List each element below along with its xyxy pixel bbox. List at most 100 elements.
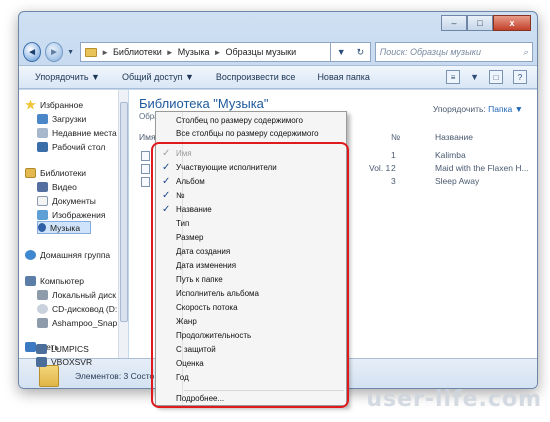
breadcrumb-item[interactable]: Образцы музыки (225, 47, 296, 57)
view-mode-icon[interactable]: ≡ (446, 70, 461, 84)
scrollbar-thumb[interactable] (120, 102, 128, 322)
libraries-icon (25, 167, 36, 178)
menu-fit-all-columns[interactable]: Все столбцы по размеру содержимого (176, 127, 319, 140)
audio-file-icon[interactable] (141, 151, 150, 161)
help-icon[interactable]: ? (513, 70, 527, 84)
view-dropdown-icon[interactable]: ▼ (470, 72, 479, 82)
menu-column-option[interactable]: Тип (176, 217, 189, 230)
nav-documents[interactable]: Документы (37, 194, 96, 207)
audio-file-icon[interactable] (141, 164, 150, 174)
nav-cd-drive[interactable]: CD-дисковод (D: (37, 302, 117, 315)
menu-separator (184, 390, 344, 391)
history-dropdown-icon[interactable]: ▼ (67, 49, 76, 56)
column-header-title[interactable]: Название (435, 132, 473, 142)
computer-icon (25, 275, 36, 286)
nav-computer[interactable]: Компьютер (25, 274, 84, 287)
checkmark-icon: ✓ (162, 204, 171, 215)
play-all-button[interactable]: Воспроизвести все (216, 72, 296, 82)
arrange-dropdown[interactable]: Папка ▼ (488, 104, 523, 114)
video-icon (37, 181, 48, 192)
nav-homegroup[interactable]: Домашняя группа (25, 248, 110, 261)
network-icon (25, 341, 36, 352)
nav-downloads[interactable]: Загрузки (37, 112, 86, 125)
hard-disk-icon (37, 289, 48, 300)
audio-file-icon[interactable] (141, 177, 150, 187)
nav-favorites[interactable]: Избранное (25, 98, 83, 111)
menu-column-option[interactable]: Размер (176, 231, 204, 244)
refresh-icon[interactable]: ↻ (357, 47, 365, 58)
menu-column-option[interactable]: Исполнитель альбома (176, 287, 259, 300)
nav-pc-lumpics[interactable]: LUMPICS (36, 342, 89, 355)
back-button[interactable]: ◄ (23, 42, 42, 62)
track-title[interactable]: Kalimba (435, 150, 466, 160)
nav-desktop[interactable]: Рабочий стол (37, 140, 105, 153)
breadcrumb-item[interactable]: Библиотеки (113, 47, 162, 57)
menu-column-option[interactable]: Оценка (176, 357, 204, 370)
menu-column-option[interactable]: Скорость потока (176, 301, 238, 314)
menu-column-option[interactable]: Участвующие исполнители (176, 161, 277, 174)
breadcrumb-separator[interactable]: ► (214, 48, 222, 57)
address-bar[interactable]: ► Библиотеки ► Музыка ► Образцы музыки (80, 42, 332, 62)
nav-label: Домашняя группа (40, 249, 111, 260)
breadcrumb-separator[interactable]: ► (166, 48, 174, 57)
nav-label: VBOXSVR (51, 356, 93, 367)
network-computer-icon (36, 356, 47, 367)
column-header-number[interactable]: № (391, 132, 400, 142)
search-input[interactable]: Поиск: Образцы музыки ⌕ (374, 42, 533, 62)
menu-column-option[interactable]: Год (176, 371, 189, 384)
menu-more[interactable]: Подробнее... (176, 392, 224, 405)
nav-recent[interactable]: Недавние места (37, 126, 117, 139)
preview-pane-icon[interactable]: □ (489, 70, 503, 84)
title-bar: – □ x (19, 12, 537, 36)
nav-local-disk[interactable]: Локальный диск (37, 288, 116, 301)
nav-pc-vboxsvr[interactable]: VBOXSVR (36, 355, 92, 368)
recent-places-icon (37, 127, 48, 138)
folder-icon (85, 47, 98, 57)
menu-column-option[interactable]: Дата изменения (176, 259, 236, 272)
address-dropdown-icon[interactable]: ▼ (337, 47, 346, 57)
checkmark-icon: ✓ (162, 162, 171, 173)
close-button[interactable]: x (493, 15, 531, 31)
nav-label: Компьютер (40, 275, 84, 286)
documents-icon (37, 195, 48, 206)
maximize-button[interactable]: □ (467, 15, 493, 31)
breadcrumb-item[interactable]: Музыка (178, 47, 210, 57)
track-title[interactable]: Maid with the Flaxen H... (435, 163, 529, 173)
share-button[interactable]: Общий доступ ▼ (122, 72, 194, 82)
organize-button[interactable]: Упорядочить ▼ (35, 72, 100, 82)
menu-column-option[interactable]: Жанр (176, 315, 197, 328)
nav-libraries[interactable]: Библиотеки (25, 166, 86, 179)
forward-button[interactable]: ► (45, 42, 64, 62)
cd-drive-icon (37, 303, 48, 314)
nav-label: Документы (52, 195, 96, 206)
menu-column-option[interactable]: Дата создания (176, 245, 230, 258)
nav-images[interactable]: Изображения (37, 208, 105, 221)
menu-column-option[interactable]: Путь к папке (176, 273, 223, 286)
view-controls: ≡ ▼ □ ? (446, 70, 527, 84)
music-icon (38, 223, 46, 232)
nav-ashampoo[interactable]: Ashampoo_Snap (37, 316, 117, 329)
nav-label: Ashampoo_Snap (52, 317, 118, 328)
menu-column-option[interactable]: Продолжительность (176, 329, 251, 342)
folder-icon (39, 365, 59, 387)
nav-scrollbar[interactable] (118, 90, 128, 358)
column-header-name[interactable]: Имя (139, 132, 156, 142)
images-icon (37, 209, 48, 220)
network-computer-icon (36, 343, 47, 354)
nav-label: Изображения (52, 209, 106, 220)
menu-column-option[interactable]: Название (176, 203, 212, 216)
menu-column-option[interactable]: № (176, 189, 185, 202)
menu-column-option[interactable]: С защитой (176, 343, 216, 356)
breadcrumb-separator[interactable]: ► (101, 48, 109, 57)
checkmark-icon: ✓ (162, 148, 171, 159)
track-title[interactable]: Sleep Away (435, 176, 479, 186)
new-folder-button[interactable]: Новая папка (317, 72, 369, 82)
minimize-button[interactable]: – (441, 15, 467, 31)
nav-video[interactable]: Видео (37, 180, 77, 193)
library-title: Библиотека "Музыка" (139, 96, 269, 111)
menu-fit-column[interactable]: Столбец по размеру содержимого (176, 114, 303, 127)
nav-music[interactable]: Музыка (37, 221, 92, 234)
nav-label: Видео (52, 181, 77, 192)
search-icon[interactable]: ⌕ (523, 47, 528, 58)
menu-column-option[interactable]: Альбом (176, 175, 205, 188)
